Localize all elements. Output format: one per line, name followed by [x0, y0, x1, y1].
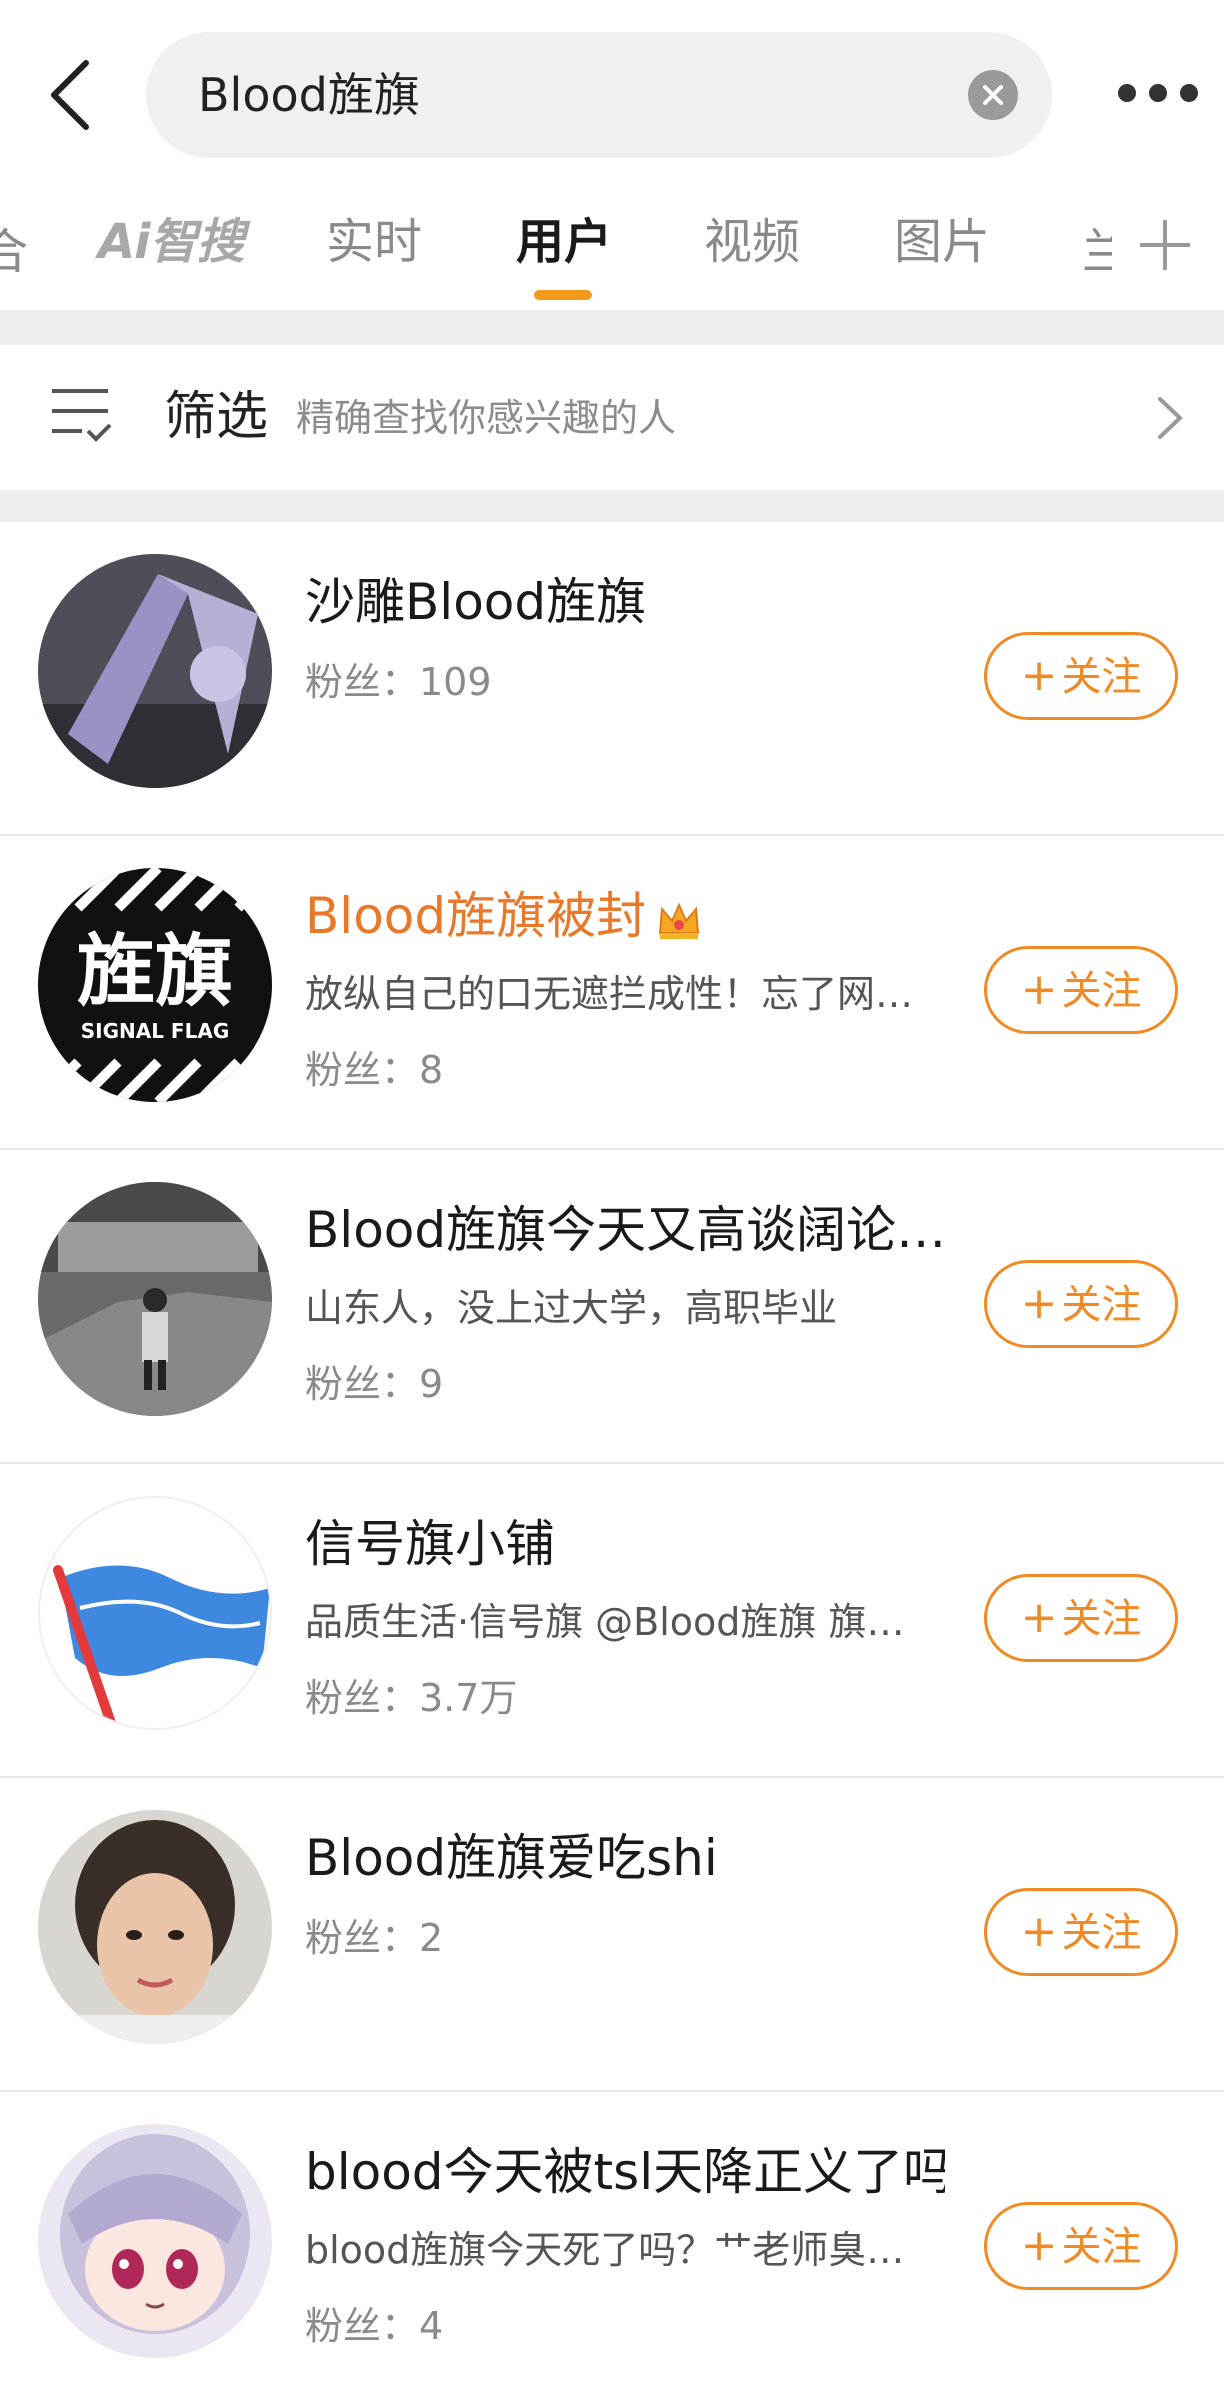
search-query: Blood旌旗	[198, 68, 420, 122]
follow-label: 关注	[1061, 968, 1142, 1014]
plus-icon	[1140, 220, 1190, 270]
avatar[interactable]	[38, 2124, 272, 2358]
filter-hint: 精确查找你感兴趣的人	[296, 396, 677, 440]
top-bar: Blood旌旗	[0, 0, 1224, 190]
divider	[0, 310, 1224, 345]
follow-label: 关注	[1061, 2224, 1142, 2270]
follow-button[interactable]: + 关注	[984, 1888, 1178, 1976]
user-result-row[interactable]: 旌旗 SIGNAL FLAG Blood旌旗被封 放纵自己的口无遮拦成性！忘了网…	[0, 836, 1224, 1150]
filter-bar[interactable]: 筛选 精确查找你感兴趣的人	[0, 345, 1224, 490]
more-dots-icon	[1118, 84, 1136, 102]
user-description: blood旌旗今天死了吗？艹老师臭…	[305, 2228, 905, 2272]
avatar-small-text: SIGNAL FLAG	[81, 1019, 230, 1043]
avatar-big-text: 旌旗	[77, 926, 233, 1017]
user-name[interactable]: Blood旌旗被封	[305, 884, 702, 948]
add-tab-button[interactable]	[1130, 210, 1200, 280]
avatar[interactable]: 旌旗 SIGNAL FLAG	[38, 868, 272, 1102]
user-result-row[interactable]: 沙雕Blood旌旗 粉丝：109 + 关注	[0, 522, 1224, 836]
user-name[interactable]: blood今天被tsl天降正义了吗	[305, 2140, 945, 2204]
tab-partial-right[interactable]: 兰	[1082, 212, 1112, 282]
avatar[interactable]	[38, 1810, 272, 2044]
avatar[interactable]	[38, 554, 272, 788]
follow-button[interactable]: + 关注	[984, 946, 1178, 1034]
chevron-left-icon	[51, 60, 89, 130]
user-fans: 粉丝：8	[305, 1048, 444, 1092]
user-description: 品质生活·信号旗 @Blood旌旗 旗…	[305, 1600, 905, 1644]
user-fans: 粉丝：3.7万	[305, 1676, 518, 1720]
user-result-row[interactable]: blood今天被tsl天降正义了吗 blood旌旗今天死了吗？艹老师臭… 粉丝：…	[0, 2092, 1224, 2404]
user-result-row[interactable]: Blood旌旗今天又高谈阔论… 山东人，没上过大学，高职毕业 粉丝：9 + 关注	[0, 1150, 1224, 1464]
user-fans: 粉丝：109	[305, 660, 492, 704]
clear-icon	[983, 85, 1003, 105]
tab-realtime[interactable]: 实时	[326, 212, 422, 272]
tab-active-indicator	[534, 290, 592, 300]
clear-button[interactable]	[968, 70, 1018, 120]
search-input[interactable]: Blood旌旗	[146, 32, 1052, 158]
plus-icon: +	[1020, 1592, 1058, 1643]
user-name[interactable]: Blood旌旗爱吃shi	[305, 1826, 718, 1890]
follow-label: 关注	[1061, 654, 1142, 700]
user-name[interactable]: Blood旌旗今天又高谈阔论…	[305, 1198, 945, 1262]
follow-label: 关注	[1061, 1596, 1142, 1642]
follow-label: 关注	[1061, 1910, 1142, 1956]
plus-icon: +	[1020, 650, 1058, 701]
plus-icon: +	[1020, 1278, 1058, 1329]
follow-button[interactable]: + 关注	[984, 1574, 1178, 1662]
filter-label: 筛选	[164, 387, 269, 447]
user-description: 山东人，没上过大学，高职毕业	[305, 1286, 838, 1330]
user-name-text: Blood旌旗被封	[305, 887, 647, 945]
more-button[interactable]	[1108, 74, 1224, 114]
filter-icon	[52, 389, 112, 442]
user-result-row[interactable]: Blood旌旗爱吃shi 粉丝：2 + 关注	[0, 1778, 1224, 2092]
follow-button[interactable]: + 关注	[984, 1260, 1178, 1348]
user-fans: 粉丝：9	[305, 1362, 444, 1406]
tab-videos[interactable]: 视频	[704, 212, 800, 272]
plus-icon: +	[1020, 1906, 1058, 1957]
tab-images[interactable]: 图片	[894, 212, 990, 272]
divider	[0, 490, 1224, 522]
follow-button[interactable]: + 关注	[984, 2202, 1178, 2290]
user-description: 放纵自己的口无遮拦成性！忘了网…	[305, 972, 914, 1016]
follow-button[interactable]: + 关注	[984, 632, 1178, 720]
tab-users[interactable]: 用户	[516, 212, 612, 272]
back-button[interactable]	[40, 55, 110, 135]
plus-icon: +	[1020, 2220, 1058, 2271]
user-result-row[interactable]: 信号旗小铺 品质生活·信号旗 @Blood旌旗 旗… 粉丝：3.7万 + 关注	[0, 1464, 1224, 1778]
plus-icon: +	[1020, 964, 1058, 1015]
crown-icon	[659, 902, 700, 939]
user-name[interactable]: 信号旗小铺	[305, 1512, 555, 1576]
avatar[interactable]	[38, 1496, 272, 1730]
user-fans: 粉丝：2	[305, 1916, 444, 1960]
user-name[interactable]: 沙雕Blood旌旗	[305, 570, 646, 634]
chevron-right-icon	[1158, 397, 1183, 439]
user-fans: 粉丝：4	[305, 2304, 444, 2348]
search-tabs: Ai智搜 实时 用户 视频 图片	[0, 190, 1224, 310]
follow-label: 关注	[1061, 1282, 1142, 1328]
avatar[interactable]	[38, 1182, 272, 1416]
tab-ai-search[interactable]: Ai智搜	[98, 212, 245, 272]
